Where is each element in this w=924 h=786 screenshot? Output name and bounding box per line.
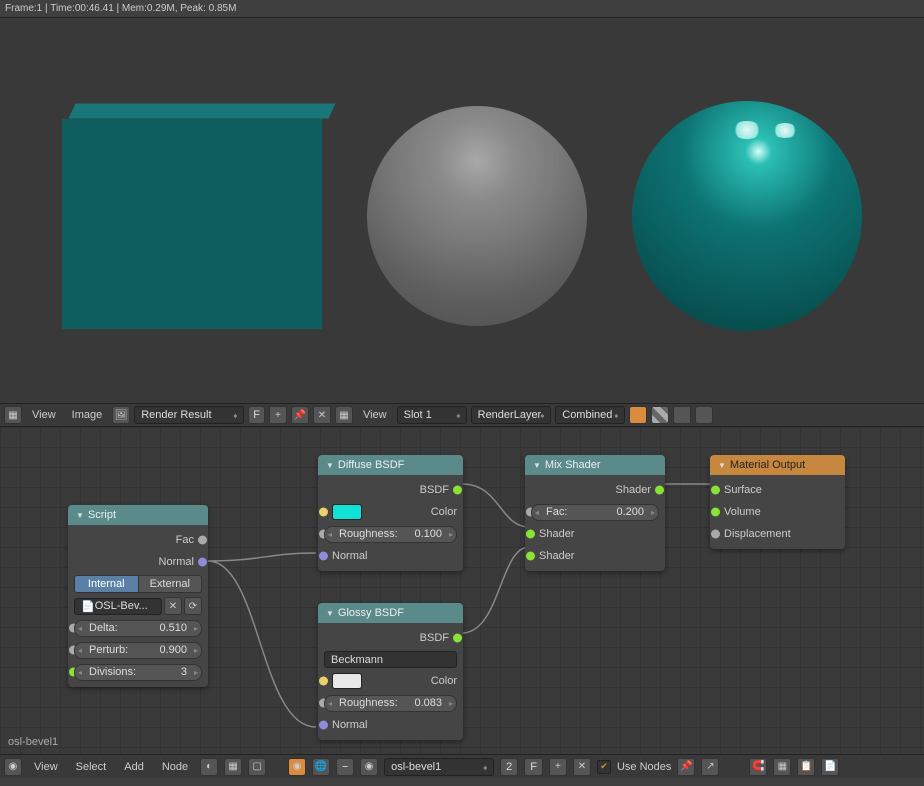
- script-file-select[interactable]: 📄 OSL-Bev...: [74, 598, 162, 615]
- mix-fac[interactable]: ◂Fac:0.200▸: [531, 504, 659, 521]
- node-editor[interactable]: ▼Script Fac Normal Internal External 📄 O…: [0, 427, 924, 778]
- shader-object-icon[interactable]: ◉: [288, 758, 306, 776]
- browse-image-icon[interactable]: ▦: [335, 406, 353, 424]
- shader-line-icon[interactable]: ⎯: [336, 758, 354, 776]
- menu-select[interactable]: Select: [70, 761, 113, 773]
- material-users[interactable]: 2: [500, 758, 518, 776]
- render-viewport: [0, 18, 924, 403]
- slot-select[interactable]: Slot 1: [397, 406, 467, 424]
- unlink-material-button[interactable]: ✕: [573, 758, 591, 776]
- menu-node[interactable]: Node: [156, 761, 194, 773]
- node-title: Material Output: [730, 459, 805, 471]
- delta-field[interactable]: ◂Delta:0.510▸: [74, 620, 202, 637]
- divisions-field[interactable]: ◂Divisions:3▸: [74, 664, 202, 681]
- socket-shader-out[interactable]: [655, 486, 664, 495]
- socket-normal-in[interactable]: [319, 721, 328, 730]
- render-result-select[interactable]: Render Result: [134, 406, 244, 424]
- add-button[interactable]: +: [269, 406, 287, 424]
- editor-type-icon[interactable]: ◉: [4, 758, 22, 776]
- socket-volume-in[interactable]: [711, 508, 720, 517]
- refresh-icon[interactable]: ⟳: [184, 597, 202, 615]
- node-title: Mix Shader: [545, 459, 601, 471]
- material-select[interactable]: osl-bevel1: [384, 758, 494, 776]
- copy-nodes-icon[interactable]: 📋: [797, 758, 815, 776]
- socket-displacement-in[interactable]: [711, 530, 720, 539]
- menu-add[interactable]: Add: [118, 761, 150, 773]
- go-parent-icon[interactable]: ↗: [701, 758, 719, 776]
- shader-type-icon[interactable]: ◐: [200, 758, 218, 776]
- material-ball-icon[interactable]: ◉: [360, 758, 378, 776]
- socket-bsdf-out[interactable]: [453, 486, 462, 495]
- fake-user-button[interactable]: F: [248, 406, 265, 424]
- menu-view-2[interactable]: View: [357, 409, 393, 421]
- render-sphere-teal: [632, 101, 862, 331]
- render-cube: [62, 101, 322, 331]
- image-editor-toolbar: ▦ View Image 🖼 Render Result F + 📌 ✕ ▦ V…: [0, 403, 924, 427]
- glossy-color-swatch[interactable]: [332, 673, 362, 689]
- material-breadcrumb: osl-bevel1: [8, 736, 58, 748]
- layer-select[interactable]: RenderLayer: [471, 406, 552, 424]
- node-editor-toolbar: ◉ View Select Add Node ◐ ▦ ▢ ◉ 🌐 ⎯ ◉ osl…: [0, 754, 924, 778]
- use-nodes-label: Use Nodes: [617, 761, 671, 773]
- channel-r-icon[interactable]: [695, 406, 713, 424]
- glossy-distribution[interactable]: Beckmann: [324, 651, 457, 668]
- menu-view[interactable]: View: [26, 409, 62, 421]
- channel-alpha-icon[interactable]: [651, 406, 669, 424]
- tex-type-icon[interactable]: ▢: [248, 758, 266, 776]
- menu-image[interactable]: Image: [66, 409, 109, 421]
- node-script[interactable]: ▼Script Fac Normal Internal External 📄 O…: [68, 505, 208, 687]
- channel-z-icon[interactable]: [673, 406, 691, 424]
- pin-icon[interactable]: 📌: [677, 758, 695, 776]
- use-nodes-check[interactable]: [597, 760, 611, 774]
- node-mix-shader[interactable]: ▼Mix Shader Shader ◂Fac:0.200▸ Shader Sh…: [525, 455, 665, 571]
- socket-shader1-in[interactable]: [526, 530, 535, 539]
- unlink-script-icon[interactable]: ✕: [164, 597, 182, 615]
- paste-nodes-icon[interactable]: 📄: [821, 758, 839, 776]
- add-material-button[interactable]: +: [549, 758, 567, 776]
- pin-button[interactable]: 📌: [291, 406, 309, 424]
- node-title: Script: [88, 509, 116, 521]
- node-material-output[interactable]: ▼Material Output Surface Volume Displace…: [710, 455, 845, 549]
- menu-view[interactable]: View: [28, 761, 64, 773]
- image-icon[interactable]: 🖼: [112, 406, 130, 424]
- node-glossy-bsdf[interactable]: ▼Glossy BSDF BSDF Beckmann Color ◂Roughn…: [318, 603, 463, 740]
- node-title: Glossy BSDF: [338, 607, 404, 619]
- socket-surface-in[interactable]: [711, 486, 720, 495]
- diffuse-roughness[interactable]: ◂Roughness:0.100▸: [324, 526, 457, 543]
- snap-icon[interactable]: 🧲: [749, 758, 767, 776]
- socket-bsdf-out[interactable]: [453, 634, 462, 643]
- shader-world-icon[interactable]: 🌐: [312, 758, 330, 776]
- script-mode-toggle[interactable]: Internal External: [74, 575, 202, 593]
- glossy-roughness[interactable]: ◂Roughness:0.083▸: [324, 695, 457, 712]
- socket-normal-out[interactable]: [198, 558, 207, 567]
- socket-shader2-in[interactable]: [526, 552, 535, 561]
- socket-fac-out[interactable]: [198, 536, 207, 545]
- render-sphere-grey: [367, 106, 587, 326]
- channel-rgba-icon[interactable]: [629, 406, 647, 424]
- fake-user-button[interactable]: F: [524, 758, 543, 776]
- snap-type-icon[interactable]: ▦: [773, 758, 791, 776]
- comp-type-icon[interactable]: ▦: [224, 758, 242, 776]
- diffuse-color-swatch[interactable]: [332, 504, 362, 520]
- socket-color-in[interactable]: [319, 677, 328, 686]
- socket-color-in[interactable]: [319, 508, 328, 517]
- node-diffuse-bsdf[interactable]: ▼Diffuse BSDF BSDF Color ◂Roughness:0.10…: [318, 455, 463, 571]
- pass-select[interactable]: Combined: [555, 406, 625, 424]
- editor-type-icon[interactable]: ▦: [4, 406, 22, 424]
- node-title: Diffuse BSDF: [338, 459, 404, 471]
- socket-normal-in[interactable]: [319, 552, 328, 561]
- unlink-button[interactable]: ✕: [313, 406, 331, 424]
- render-info-bar: Frame:1 | Time:00:46.41 | Mem:0.29M, Pea…: [0, 0, 924, 18]
- perturb-field[interactable]: ◂Perturb:0.900▸: [74, 642, 202, 659]
